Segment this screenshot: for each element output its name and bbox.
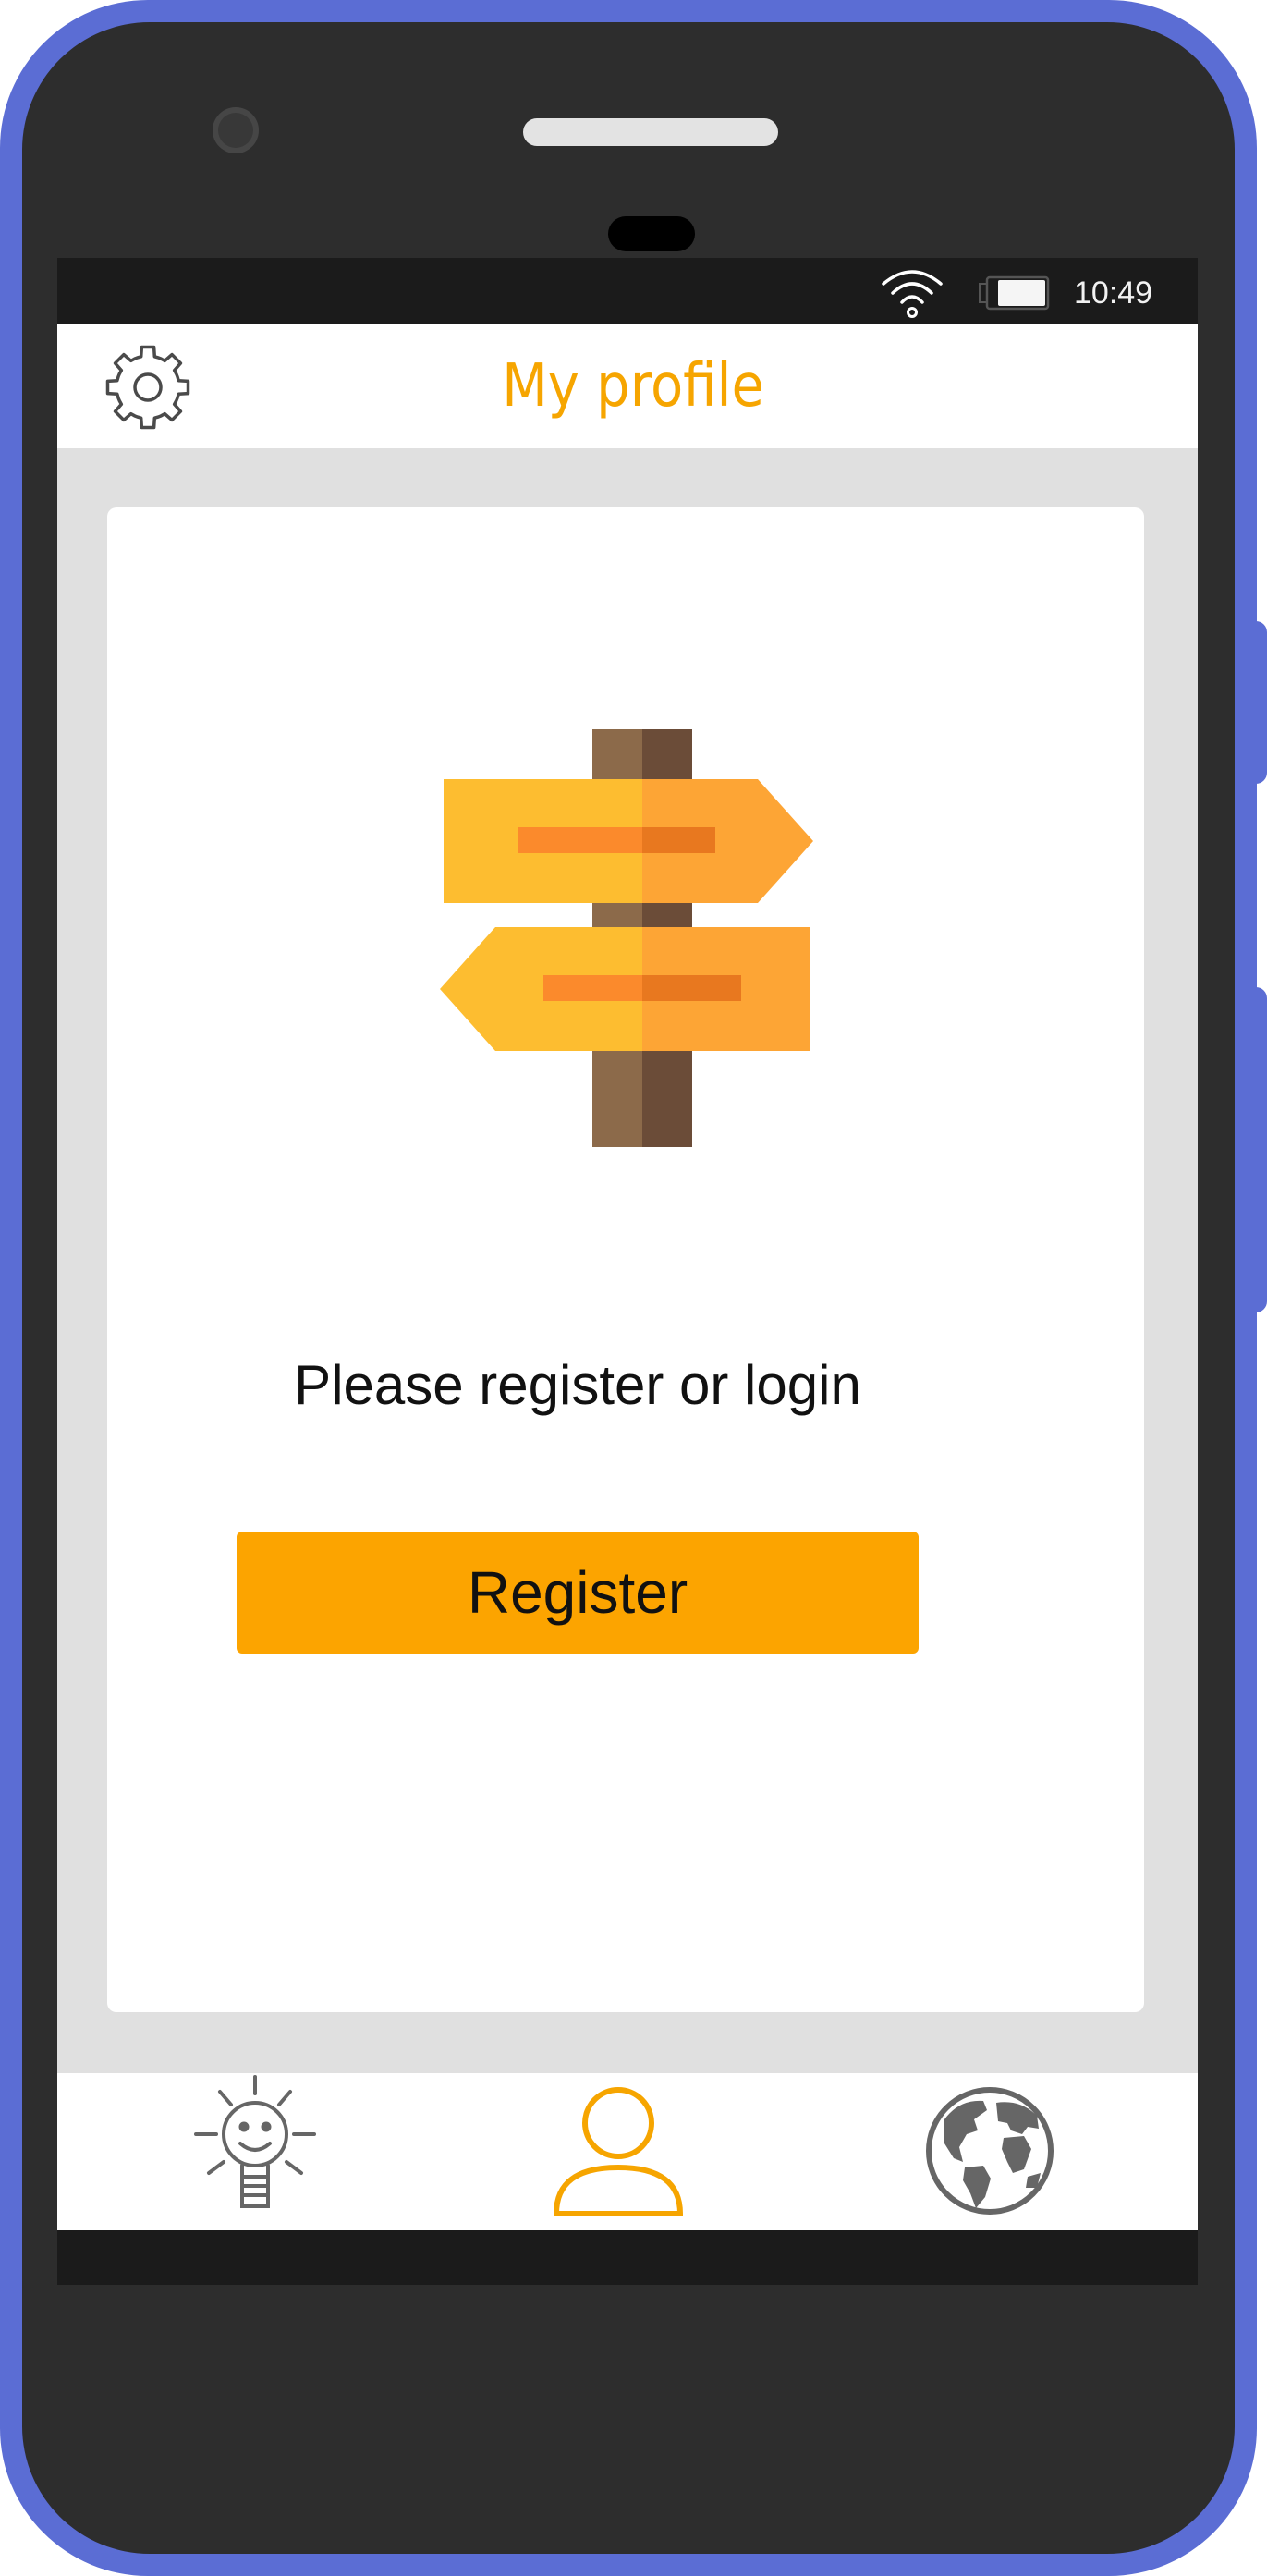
- nav-item-ideas[interactable]: [187, 2073, 323, 2230]
- screen: 10:49 My profile Please register or logi…: [57, 258, 1198, 2285]
- user-icon: [553, 2087, 684, 2216]
- battery-icon: [979, 275, 1050, 311]
- power-button: [1255, 987, 1267, 1312]
- content-card: [107, 507, 1144, 2012]
- wifi-icon: [882, 270, 943, 318]
- status-bar: 10:49: [57, 258, 1198, 324]
- register-button[interactable]: Register: [237, 1532, 919, 1654]
- volume-button: [1255, 621, 1267, 784]
- navigation-strip: [57, 2230, 1198, 2285]
- earpiece-speaker: [523, 118, 778, 146]
- signpost-icon: [440, 729, 813, 1147]
- front-camera: [213, 107, 259, 153]
- globe-icon: [926, 2087, 1054, 2215]
- nav-item-world[interactable]: [919, 2073, 1061, 2230]
- register-prompt: Please register or login: [294, 1354, 861, 1416]
- status-time: 10:49: [1074, 275, 1153, 311]
- lightbulb-smile-icon: [194, 2075, 316, 2208]
- bottom-nav: [57, 2073, 1198, 2230]
- app-bar: My profile: [57, 324, 1198, 448]
- page-title: My profile: [502, 352, 764, 421]
- proximity-sensor: [608, 216, 695, 251]
- nav-item-profile[interactable]: [547, 2073, 689, 2230]
